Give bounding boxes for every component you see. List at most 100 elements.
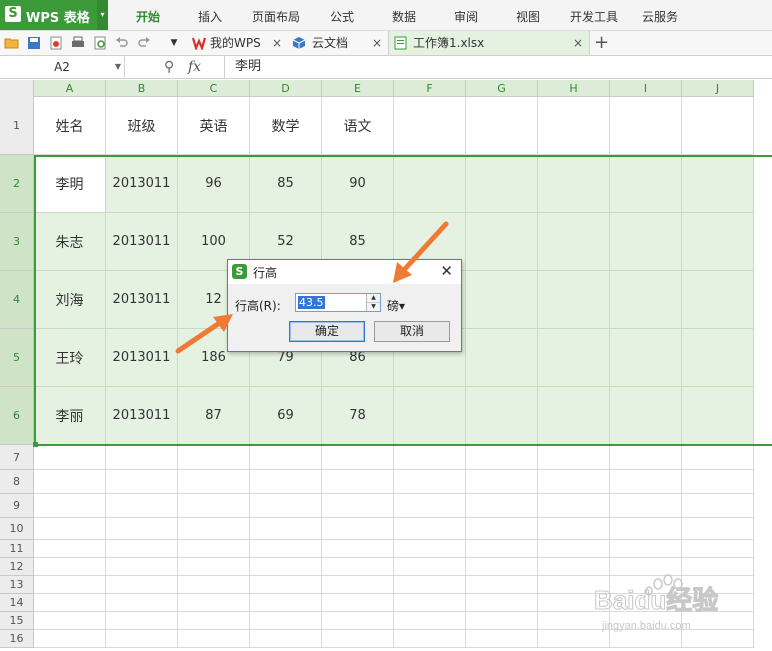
cell-d16[interactable] bbox=[250, 630, 322, 648]
row-height-input[interactable]: 43.5 ▲ ▼ bbox=[295, 293, 381, 312]
cell-j4[interactable] bbox=[682, 271, 754, 329]
cell-f2[interactable] bbox=[394, 155, 466, 213]
cell-d13[interactable] bbox=[250, 576, 322, 594]
cell-c1[interactable]: 英语 bbox=[178, 97, 250, 155]
cell-j8[interactable] bbox=[682, 470, 754, 494]
cell-i13[interactable] bbox=[610, 576, 682, 594]
cell-c14[interactable] bbox=[178, 594, 250, 612]
cell-d10[interactable] bbox=[250, 518, 322, 540]
column-header-g[interactable]: G bbox=[466, 80, 538, 97]
row-header-5[interactable]: 5 bbox=[0, 329, 34, 387]
redo-icon[interactable] bbox=[136, 35, 152, 51]
row-header-11[interactable]: 11 bbox=[0, 540, 34, 558]
cell-g9[interactable] bbox=[466, 494, 538, 518]
cell-d12[interactable] bbox=[250, 558, 322, 576]
cell-d2[interactable]: 85 bbox=[250, 155, 322, 213]
cell-a5[interactable]: 王玲 bbox=[34, 329, 106, 387]
cell-j6[interactable] bbox=[682, 387, 754, 445]
cell-f16[interactable] bbox=[394, 630, 466, 648]
cell-g14[interactable] bbox=[466, 594, 538, 612]
tab-workbook[interactable]: 工作簿1.xlsx × bbox=[388, 31, 590, 55]
cell-e15[interactable] bbox=[322, 612, 394, 630]
undo-icon[interactable] bbox=[114, 35, 130, 51]
cell-h16[interactable] bbox=[538, 630, 610, 648]
cell-h1[interactable] bbox=[538, 97, 610, 155]
cell-i2[interactable] bbox=[610, 155, 682, 213]
cell-f7[interactable] bbox=[394, 445, 466, 470]
cell-i14[interactable] bbox=[610, 594, 682, 612]
cell-g3[interactable] bbox=[466, 213, 538, 271]
menu-cloud[interactable]: 云服务 bbox=[642, 8, 678, 25]
fill-handle[interactable] bbox=[33, 442, 38, 447]
cell-d14[interactable] bbox=[250, 594, 322, 612]
cell-i12[interactable] bbox=[610, 558, 682, 576]
cell-c10[interactable] bbox=[178, 518, 250, 540]
cell-c11[interactable] bbox=[178, 540, 250, 558]
cell-e13[interactable] bbox=[322, 576, 394, 594]
menu-review[interactable]: 审阅 bbox=[454, 8, 478, 25]
menu-view[interactable]: 视图 bbox=[516, 8, 540, 25]
cell-c8[interactable] bbox=[178, 470, 250, 494]
cell-e7[interactable] bbox=[322, 445, 394, 470]
cell-g12[interactable] bbox=[466, 558, 538, 576]
cell-f14[interactable] bbox=[394, 594, 466, 612]
cell-j13[interactable] bbox=[682, 576, 754, 594]
cell-f9[interactable] bbox=[394, 494, 466, 518]
cell-g4[interactable] bbox=[466, 271, 538, 329]
cell-b15[interactable] bbox=[106, 612, 178, 630]
cell-g5[interactable] bbox=[466, 329, 538, 387]
cell-e16[interactable] bbox=[322, 630, 394, 648]
cell-b8[interactable] bbox=[106, 470, 178, 494]
cell-g7[interactable] bbox=[466, 445, 538, 470]
close-icon[interactable]: × bbox=[573, 31, 583, 55]
cell-e10[interactable] bbox=[322, 518, 394, 540]
cell-g10[interactable] bbox=[466, 518, 538, 540]
chevron-down-icon[interactable]: ▼ bbox=[115, 56, 121, 78]
cell-g15[interactable] bbox=[466, 612, 538, 630]
cell-a14[interactable] bbox=[34, 594, 106, 612]
cell-c9[interactable] bbox=[178, 494, 250, 518]
cell-a10[interactable] bbox=[34, 518, 106, 540]
cell-a11[interactable] bbox=[34, 540, 106, 558]
spreadsheet-grid[interactable]: A B C D E F G H I J 1 姓名 班级 英语 数学 语文 2 李明 2013011 96 85 90 3 朱志… bbox=[0, 80, 772, 651]
dialog-titlebar[interactable]: S 行高 ✕ bbox=[228, 260, 461, 284]
cell-e6[interactable]: 78 bbox=[322, 387, 394, 445]
cell-h4[interactable] bbox=[538, 271, 610, 329]
print-icon[interactable] bbox=[70, 35, 86, 51]
cell-a8[interactable] bbox=[34, 470, 106, 494]
cell-j2[interactable] bbox=[682, 155, 754, 213]
cell-f12[interactable] bbox=[394, 558, 466, 576]
menu-page-layout[interactable]: 页面布局 bbox=[252, 8, 300, 25]
cell-i10[interactable] bbox=[610, 518, 682, 540]
cell-h12[interactable] bbox=[538, 558, 610, 576]
cell-b16[interactable] bbox=[106, 630, 178, 648]
open-folder-icon[interactable] bbox=[4, 35, 20, 51]
cell-d8[interactable] bbox=[250, 470, 322, 494]
cell-b14[interactable] bbox=[106, 594, 178, 612]
cell-j9[interactable] bbox=[682, 494, 754, 518]
cell-c6[interactable]: 87 bbox=[178, 387, 250, 445]
row-header-7[interactable]: 7 bbox=[0, 445, 34, 470]
cell-g16[interactable] bbox=[466, 630, 538, 648]
cell-b5[interactable]: 2013011 bbox=[106, 329, 178, 387]
close-icon[interactable]: ✕ bbox=[440, 262, 453, 280]
cell-b4[interactable]: 2013011 bbox=[106, 271, 178, 329]
ok-button[interactable]: 确定 bbox=[289, 321, 365, 342]
cell-f11[interactable] bbox=[394, 540, 466, 558]
cell-b2[interactable]: 2013011 bbox=[106, 155, 178, 213]
cell-f10[interactable] bbox=[394, 518, 466, 540]
tab-cloud-docs[interactable]: 云文档 × bbox=[292, 31, 388, 55]
cell-i4[interactable] bbox=[610, 271, 682, 329]
row-header-3[interactable]: 3 bbox=[0, 213, 34, 271]
cell-i15[interactable] bbox=[610, 612, 682, 630]
spin-down-icon[interactable]: ▼ bbox=[367, 303, 380, 311]
menu-data[interactable]: 数据 bbox=[392, 8, 416, 25]
cell-g13[interactable] bbox=[466, 576, 538, 594]
cell-f1[interactable] bbox=[394, 97, 466, 155]
zoom-icon[interactable]: ⚲ bbox=[164, 56, 174, 78]
cell-c7[interactable] bbox=[178, 445, 250, 470]
cell-e14[interactable] bbox=[322, 594, 394, 612]
cell-a16[interactable] bbox=[34, 630, 106, 648]
row-header-4[interactable]: 4 bbox=[0, 271, 34, 329]
customize-toolbar-icon[interactable]: ▼ bbox=[166, 35, 182, 51]
